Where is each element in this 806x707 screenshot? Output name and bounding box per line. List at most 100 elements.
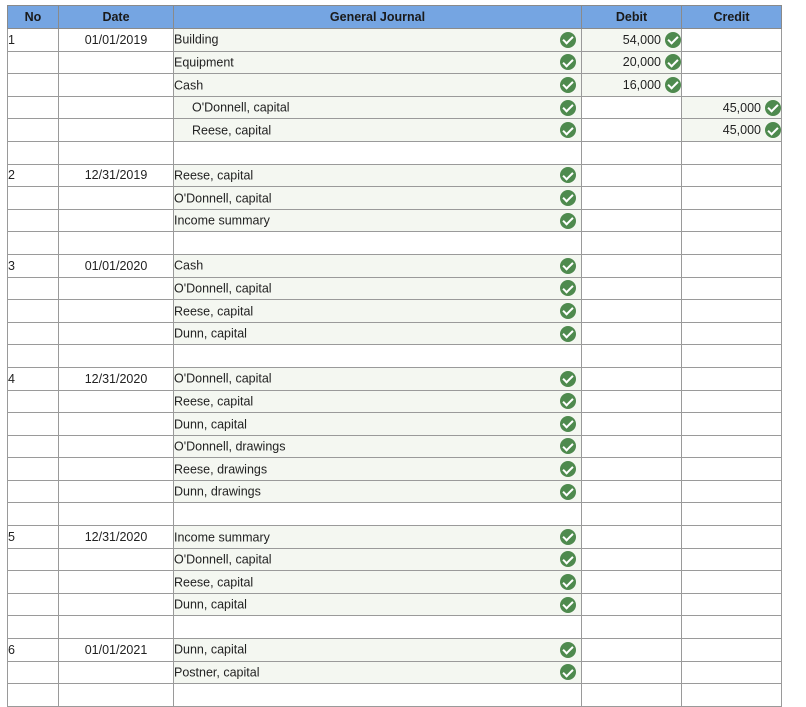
credit-field[interactable] bbox=[681, 547, 782, 572]
credit-field[interactable] bbox=[681, 299, 782, 323]
debit-field[interactable] bbox=[581, 683, 682, 707]
entry-date[interactable] bbox=[58, 118, 174, 142]
credit-field[interactable] bbox=[681, 389, 782, 414]
entry-date[interactable]: 12/31/2020 bbox=[58, 525, 174, 549]
debit-field[interactable]: 16,000 bbox=[581, 73, 682, 97]
credit-field[interactable] bbox=[681, 276, 782, 301]
debit-field[interactable] bbox=[581, 570, 682, 594]
debit-field[interactable] bbox=[581, 660, 682, 685]
credit-field[interactable] bbox=[681, 615, 782, 640]
credit-field[interactable] bbox=[681, 434, 782, 459]
account-field[interactable]: Dunn, capital bbox=[173, 592, 582, 617]
debit-field[interactable] bbox=[581, 321, 682, 346]
debit-field[interactable] bbox=[581, 615, 682, 640]
debit-field[interactable]: 20,000 bbox=[581, 50, 682, 75]
debit-field[interactable] bbox=[581, 434, 682, 459]
credit-field[interactable] bbox=[681, 253, 782, 278]
credit-field[interactable] bbox=[681, 457, 782, 481]
account-field[interactable]: Dunn, drawings bbox=[173, 479, 582, 504]
credit-field[interactable] bbox=[681, 502, 782, 527]
entry-date[interactable]: 01/01/2020 bbox=[58, 253, 174, 278]
account-field[interactable] bbox=[173, 344, 582, 368]
credit-field[interactable] bbox=[681, 525, 782, 549]
credit-field[interactable] bbox=[681, 479, 782, 504]
account-field[interactable]: Reese, capital bbox=[173, 163, 582, 188]
debit-field[interactable]: 54,000 bbox=[581, 28, 682, 52]
account-field[interactable]: Reese, capital bbox=[173, 299, 582, 323]
account-field[interactable] bbox=[173, 231, 582, 255]
entry-date[interactable] bbox=[58, 660, 174, 685]
debit-field[interactable] bbox=[581, 95, 682, 120]
account-field[interactable] bbox=[173, 140, 582, 165]
entry-date[interactable] bbox=[58, 231, 174, 255]
credit-field[interactable] bbox=[681, 321, 782, 346]
entry-date[interactable] bbox=[58, 208, 174, 233]
entry-date[interactable] bbox=[58, 50, 174, 75]
entry-date[interactable] bbox=[58, 502, 174, 527]
entry-date[interactable] bbox=[58, 276, 174, 301]
entry-date[interactable] bbox=[58, 479, 174, 504]
debit-field[interactable] bbox=[581, 389, 682, 414]
account-field[interactable]: O'Donnell, capital bbox=[173, 95, 582, 120]
credit-field[interactable] bbox=[681, 208, 782, 233]
account-field[interactable]: O'Donnell, capital bbox=[173, 276, 582, 301]
debit-field[interactable] bbox=[581, 344, 682, 368]
entry-date[interactable]: 01/01/2019 bbox=[58, 28, 174, 52]
debit-field[interactable] bbox=[581, 208, 682, 233]
account-field[interactable] bbox=[173, 683, 582, 707]
credit-field[interactable]: 45,000 bbox=[681, 95, 782, 120]
entry-date[interactable] bbox=[58, 321, 174, 346]
debit-field[interactable] bbox=[581, 140, 682, 165]
credit-field[interactable] bbox=[681, 412, 782, 436]
credit-field[interactable] bbox=[681, 186, 782, 210]
debit-field[interactable] bbox=[581, 163, 682, 188]
debit-field[interactable] bbox=[581, 638, 682, 662]
account-field[interactable]: Dunn, capital bbox=[173, 321, 582, 346]
debit-field[interactable] bbox=[581, 276, 682, 301]
account-field[interactable]: Cash bbox=[173, 73, 582, 97]
entry-date[interactable] bbox=[58, 186, 174, 210]
entry-date[interactable] bbox=[58, 299, 174, 323]
entry-date[interactable] bbox=[58, 547, 174, 572]
credit-field[interactable] bbox=[681, 344, 782, 368]
account-field[interactable]: O'Donnell, capital bbox=[173, 366, 582, 391]
entry-date[interactable] bbox=[58, 570, 174, 594]
credit-field[interactable] bbox=[681, 28, 782, 52]
credit-field[interactable] bbox=[681, 638, 782, 662]
credit-field[interactable] bbox=[681, 570, 782, 594]
entry-date[interactable] bbox=[58, 73, 174, 97]
entry-date[interactable] bbox=[58, 389, 174, 414]
debit-field[interactable] bbox=[581, 118, 682, 142]
debit-field[interactable] bbox=[581, 231, 682, 255]
account-field[interactable]: Postner, capital bbox=[173, 660, 582, 685]
entry-date[interactable]: 01/01/2021 bbox=[58, 638, 174, 662]
credit-field[interactable] bbox=[681, 50, 782, 75]
account-field[interactable]: Equipment bbox=[173, 50, 582, 75]
account-field[interactable] bbox=[173, 615, 582, 640]
account-field[interactable] bbox=[173, 502, 582, 527]
account-field[interactable]: Cash bbox=[173, 253, 582, 278]
account-field[interactable]: Income summary bbox=[173, 208, 582, 233]
debit-field[interactable] bbox=[581, 299, 682, 323]
debit-field[interactable] bbox=[581, 525, 682, 549]
debit-field[interactable] bbox=[581, 457, 682, 481]
account-field[interactable]: O'Donnell, capital bbox=[173, 186, 582, 210]
debit-field[interactable] bbox=[581, 366, 682, 391]
credit-field[interactable] bbox=[681, 660, 782, 685]
entry-date[interactable] bbox=[58, 615, 174, 640]
credit-field[interactable] bbox=[681, 163, 782, 188]
debit-field[interactable] bbox=[581, 186, 682, 210]
credit-field[interactable] bbox=[681, 366, 782, 391]
entry-date[interactable] bbox=[58, 434, 174, 459]
account-field[interactable]: O'Donnell, capital bbox=[173, 547, 582, 572]
debit-field[interactable] bbox=[581, 592, 682, 617]
account-field[interactable]: Dunn, capital bbox=[173, 412, 582, 436]
credit-field[interactable] bbox=[681, 140, 782, 165]
entry-date[interactable] bbox=[58, 140, 174, 165]
entry-date[interactable] bbox=[58, 683, 174, 707]
debit-field[interactable] bbox=[581, 412, 682, 436]
entry-date[interactable]: 12/31/2020 bbox=[58, 366, 174, 391]
debit-field[interactable] bbox=[581, 547, 682, 572]
debit-field[interactable] bbox=[581, 479, 682, 504]
entry-date[interactable]: 12/31/2019 bbox=[58, 163, 174, 188]
